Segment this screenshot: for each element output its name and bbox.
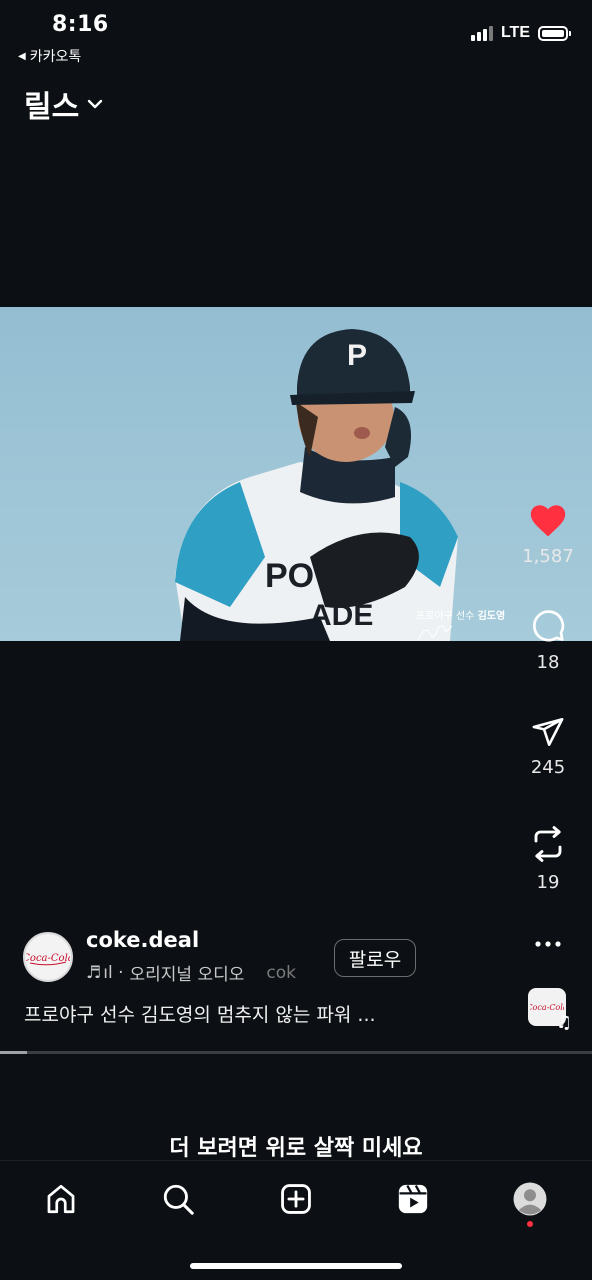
more-dots-icon[interactable] <box>533 934 563 954</box>
page-title: 릴스 <box>24 90 80 125</box>
heart-icon[interactable] <box>528 502 568 538</box>
nav-create[interactable] <box>266 1177 326 1221</box>
audio-prefix: ıl · <box>103 962 124 983</box>
music-note-icon: ♬ <box>86 962 102 983</box>
create-icon[interactable] <box>279 1182 313 1216</box>
comment-icon[interactable] <box>530 608 566 644</box>
video-progress-bar[interactable] <box>0 1051 592 1054</box>
reels-icon[interactable] <box>396 1182 430 1216</box>
nav-profile[interactable] <box>500 1177 560 1221</box>
signature-graphic <box>417 625 453 641</box>
comment-action[interactable]: 18 <box>508 608 588 673</box>
repost-icon[interactable] <box>530 824 566 864</box>
reels-title-dropdown[interactable]: 릴스 <box>24 82 103 126</box>
reel-video[interactable]: POWER ADE P 프로야구 선수 김도영 <box>0 307 592 641</box>
profile-icon[interactable] <box>512 1181 548 1217</box>
back-to-app-link[interactable]: ◀ 카카오톡 <box>18 46 81 66</box>
svg-text:Coca-Cola: Coca-Cola <box>530 1003 564 1012</box>
svg-text:P: P <box>347 339 367 372</box>
follow-button[interactable]: 팔로우 <box>334 939 416 977</box>
signal-icon <box>470 25 493 41</box>
home-indicator[interactable] <box>190 1263 402 1269</box>
remix-count: 19 <box>536 872 560 893</box>
status-indicators: LTE <box>470 24 571 42</box>
send-icon[interactable] <box>531 715 565 749</box>
like-count: 1,587 <box>522 546 574 567</box>
audio-info[interactable]: ♬ ıl · 오리지널 오디오 cok <box>86 960 296 986</box>
share-action[interactable]: 245 <box>508 715 588 778</box>
share-count: 245 <box>530 757 566 778</box>
profile-notification-dot <box>527 1221 533 1227</box>
search-icon[interactable] <box>161 1182 195 1216</box>
swipe-up-hint: 더 보려면 위로 살짝 미세요 <box>169 1136 423 1161</box>
battery-icon <box>538 25 571 41</box>
more-options-button[interactable] <box>508 934 588 954</box>
nav-reels[interactable] <box>383 1177 443 1221</box>
bottom-navigation <box>0 1160 592 1280</box>
back-app-label: 카카오톡 <box>29 49 82 65</box>
like-action[interactable]: 1,587 <box>508 502 588 567</box>
reel-caption[interactable]: 프로야구 선수 김도영의 멈추지 않는 파워 ... <box>24 1000 376 1027</box>
audio-label: 오리지널 오디오 <box>129 965 245 985</box>
coca-cola-logo: Coca-Cola <box>26 953 70 966</box>
author-avatar[interactable]: Coca-Cola <box>23 932 73 982</box>
music-note-icon: ♫ <box>556 1012 573 1033</box>
back-triangle-icon: ◀ <box>18 50 26 62</box>
video-progress-fill <box>0 1051 27 1054</box>
chevron-down-icon <box>88 99 103 109</box>
nav-home[interactable] <box>31 1177 91 1221</box>
baseball-player-frame: POWER ADE P <box>175 329 458 641</box>
remix-action[interactable]: 19 <box>508 824 588 893</box>
audio-marquee-text: cok <box>266 962 296 983</box>
nav-search[interactable] <box>148 1177 208 1221</box>
author-username[interactable]: coke.deal <box>86 928 199 952</box>
network-label: LTE <box>500 24 530 41</box>
reels-screen: 8:16 ◀ 카카오톡 LTE 릴스 POWER ADE <box>0 0 592 1280</box>
video-caption-overlay: 프로야구 선수 김도영 <box>416 607 505 641</box>
status-time: 8:16 <box>52 12 109 37</box>
comment-count: 18 <box>536 652 560 673</box>
home-icon[interactable] <box>44 1182 78 1216</box>
